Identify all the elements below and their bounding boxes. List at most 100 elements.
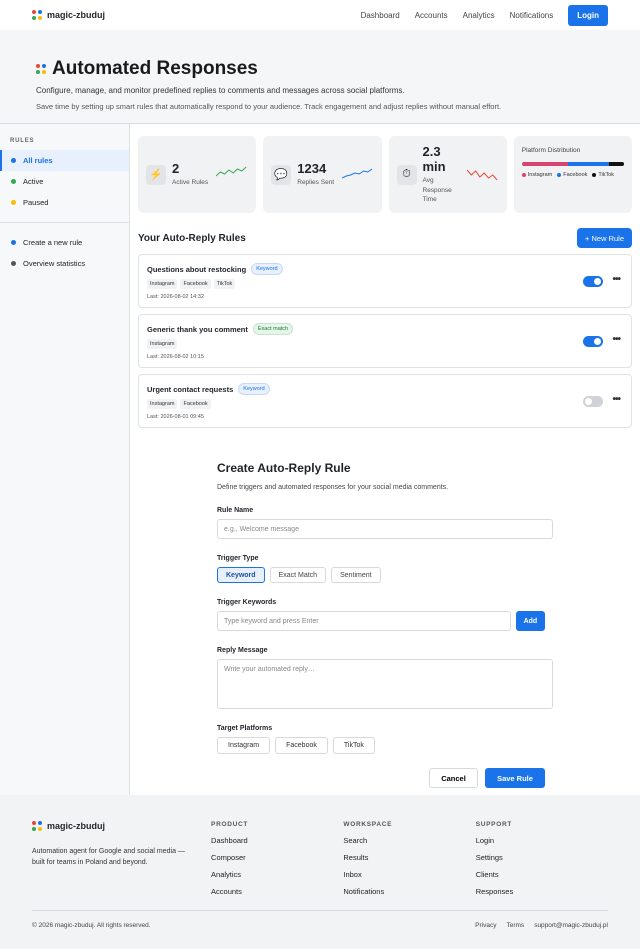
new-rule-button[interactable]: + New Rule bbox=[577, 228, 632, 248]
rule-toggle[interactable] bbox=[583, 276, 603, 287]
login-button[interactable]: Login bbox=[568, 4, 608, 26]
legend-item: Facebook bbox=[557, 172, 587, 178]
sidebar-item-create-rule[interactable]: Create a new rule bbox=[0, 232, 129, 253]
platform-tag: Instagram bbox=[147, 339, 178, 349]
lightning-icon: ⚡ bbox=[146, 164, 166, 185]
logo-dots-icon bbox=[32, 10, 42, 20]
support-email-link[interactable]: support@magic-zbuduj.pl bbox=[534, 922, 608, 929]
sidebar-item-paused[interactable]: Paused bbox=[0, 192, 129, 213]
footer-column-title: WORKSPACE bbox=[343, 821, 393, 828]
reply-message-label: Reply Message bbox=[217, 647, 268, 654]
trigger-type-sentiment[interactable]: Sentiment bbox=[331, 567, 381, 583]
sidebar-item-label: Active bbox=[23, 177, 44, 186]
stopwatch-icon: ⏱ bbox=[396, 164, 417, 185]
status-dot-icon bbox=[11, 240, 16, 245]
page-title: Automated Responses bbox=[52, 58, 258, 79]
toggle-knob bbox=[594, 338, 601, 345]
add-keyword-button[interactable]: Add bbox=[515, 611, 545, 631]
stats-row: ⚡ 2 Active Rules 💬 1234 Replies Sent ⏱ 2… bbox=[138, 136, 632, 213]
rule-card[interactable]: Urgent contact requests Keyword Instagra… bbox=[138, 374, 632, 428]
reply-message-textarea[interactable]: Write your automated reply… bbox=[217, 659, 553, 709]
footer-column-title: PRODUCT bbox=[211, 821, 249, 828]
platform-facebook-button[interactable]: Facebook bbox=[275, 737, 328, 754]
rule-toggle[interactable] bbox=[583, 336, 603, 347]
nav-analytics[interactable]: Analytics bbox=[463, 11, 495, 20]
footer-link[interactable]: Responses bbox=[476, 887, 608, 896]
rule-name-input[interactable]: e.g., Welcome message bbox=[217, 519, 553, 539]
status-dot-icon bbox=[11, 179, 16, 184]
footer-link[interactable]: Composer bbox=[211, 853, 343, 862]
terms-link[interactable]: Terms bbox=[506, 922, 524, 929]
stat-value: 2.3 min bbox=[422, 144, 446, 175]
top-navbar: magic-zbuduj Dashboard Accounts Analytic… bbox=[0, 0, 640, 30]
nav-accounts[interactable]: Accounts bbox=[415, 11, 448, 20]
footer-brand-name: magic-zbuduj bbox=[47, 821, 105, 831]
footer-link[interactable]: Clients bbox=[476, 870, 608, 879]
sidebar-title: RULES bbox=[10, 138, 35, 144]
footer-link[interactable]: Accounts bbox=[211, 887, 343, 896]
platform-tag: Instagram bbox=[147, 279, 178, 289]
legend-dot-icon bbox=[557, 172, 562, 177]
distribution-segment bbox=[608, 162, 624, 166]
form-actions: Cancel Save Rule bbox=[217, 768, 545, 788]
sidebar-item-active[interactable]: Active bbox=[0, 171, 129, 192]
more-options-icon[interactable]: ••• bbox=[612, 394, 620, 405]
stat-card-avg-response: ⏱ 2.3 min Avg Response Time bbox=[388, 136, 507, 213]
stat-value: 1234 bbox=[297, 161, 327, 177]
distribution-segment bbox=[521, 162, 568, 166]
more-options-icon[interactable]: ••• bbox=[612, 334, 620, 345]
platform-tiktok-button[interactable]: TikTok bbox=[332, 737, 375, 754]
more-options-icon[interactable]: ••• bbox=[612, 274, 620, 285]
footer-link[interactable]: Search bbox=[343, 836, 475, 845]
keyword-input[interactable]: Type keyword and press Enter bbox=[217, 611, 511, 631]
status-dot-icon bbox=[11, 200, 16, 205]
sidebar-item-overview[interactable]: Overview statistics bbox=[0, 253, 129, 274]
rule-title: Generic thank you comment bbox=[147, 324, 248, 334]
footer-column-workspace: WORKSPACE Search Results Inbox Notificat… bbox=[343, 821, 475, 896]
sparkline-line bbox=[216, 166, 247, 177]
footer-brand: magic-zbuduj Automation agent for Google… bbox=[32, 821, 211, 896]
footer-link[interactable]: Results bbox=[343, 853, 475, 862]
save-rule-button[interactable]: Save Rule bbox=[485, 768, 545, 788]
footer: magic-zbuduj Automation agent for Google… bbox=[0, 795, 640, 949]
rule-toggle[interactable] bbox=[583, 396, 603, 407]
footer-link[interactable]: Analytics bbox=[211, 870, 343, 879]
rule-last-triggered: Last: 2026-08-01 09:45 bbox=[147, 414, 204, 420]
footer-link[interactable]: Settings bbox=[476, 853, 608, 862]
sparkline-line bbox=[341, 168, 372, 179]
sidebar-item-label: Create a new rule bbox=[23, 238, 83, 247]
nav-notifications[interactable]: Notifications bbox=[510, 11, 554, 20]
footer-link[interactable]: Notifications bbox=[343, 887, 475, 896]
platform-instagram-button[interactable]: Instagram bbox=[217, 737, 271, 754]
cancel-button[interactable]: Cancel bbox=[429, 768, 478, 788]
platform-tag: Instagram bbox=[147, 399, 178, 409]
rule-last-triggered: Last: 2026-08-02 14:32 bbox=[147, 294, 204, 300]
footer-link[interactable]: Login bbox=[476, 836, 608, 845]
rule-card[interactable]: Questions about restocking Keyword Insta… bbox=[138, 254, 632, 308]
toggle-knob bbox=[594, 278, 601, 285]
footer-link[interactable]: Dashboard bbox=[211, 836, 343, 845]
privacy-link[interactable]: Privacy bbox=[475, 922, 496, 929]
stat-label: Active Rules bbox=[172, 179, 209, 187]
page-description: Save time by setting up smart rules that… bbox=[36, 102, 502, 111]
footer-link[interactable]: Inbox bbox=[343, 870, 475, 879]
rule-card[interactable]: Generic thank you comment Exact match In… bbox=[138, 314, 632, 368]
nav-dashboard[interactable]: Dashboard bbox=[361, 11, 400, 20]
stat-card-replies-sent: 💬 1234 Replies Sent bbox=[263, 136, 382, 213]
stat-card-active-rules: ⚡ 2 Active Rules bbox=[138, 136, 257, 213]
sidebar-item-all-rules[interactable]: All rules bbox=[0, 150, 129, 171]
logo-dots-icon bbox=[32, 821, 42, 831]
distribution-segment bbox=[567, 162, 609, 166]
rule-title: Questions about restocking bbox=[147, 264, 247, 274]
trigger-type-exact-match[interactable]: Exact Match bbox=[269, 567, 327, 583]
platform-tag: Facebook bbox=[180, 399, 211, 409]
stat-card-platform-distribution: Platform Distribution Instagram Facebook T… bbox=[513, 136, 632, 213]
brand-logo[interactable]: magic-zbuduj bbox=[32, 10, 105, 20]
trigger-type-keyword[interactable]: Keyword bbox=[217, 567, 265, 583]
sidebar-item-label: Overview statistics bbox=[23, 259, 86, 268]
rules-header: Your Auto-Reply Rules + New Rule bbox=[138, 228, 632, 248]
main-content: ⚡ 2 Active Rules 💬 1234 Replies Sent ⏱ 2… bbox=[130, 124, 640, 795]
sparkline-chart bbox=[216, 166, 247, 177]
footer-column-product: PRODUCT Dashboard Composer Analytics Acc… bbox=[211, 821, 343, 896]
footer-logo: magic-zbuduj bbox=[32, 821, 211, 831]
